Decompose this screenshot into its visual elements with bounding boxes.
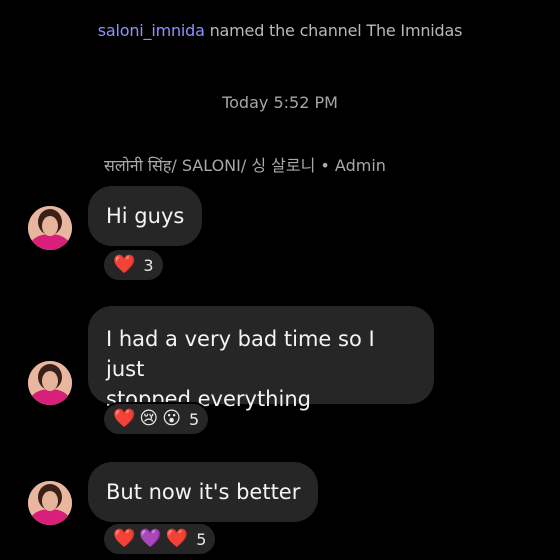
- message-bubble[interactable]: But now it's better: [88, 462, 319, 522]
- reaction-count: 5: [196, 529, 207, 549]
- channel-rename-notice: saloni_imnida named the channel The Imni…: [0, 21, 560, 40]
- reaction-bar[interactable]: ❤️ 😢 😮 5: [102, 402, 211, 436]
- sender-name[interactable]: सलोनी सिंह/ SALONI/ 싱 살로니 • Admin: [104, 152, 386, 176]
- avatar-image: [28, 361, 72, 405]
- reaction-bar[interactable]: ❤️ 3: [102, 248, 165, 282]
- message-bubble[interactable]: I had a very bad time so I just stopped …: [88, 306, 434, 411]
- avatar-image: [28, 206, 72, 250]
- heart-icon: ❤️: [113, 528, 136, 549]
- crying-face-icon: 😢: [139, 408, 159, 429]
- heart-icon: ❤️: [113, 408, 136, 429]
- reaction-bar[interactable]: ❤️ 💜 ❤️ 5: [102, 522, 218, 556]
- message-bubble[interactable]: Hi guys: [88, 186, 203, 246]
- surprised-face-icon: 😮: [162, 408, 181, 429]
- rename-notice-text: named the channel The Imnidas: [204, 21, 463, 40]
- avatar[interactable]: [28, 481, 72, 525]
- avatar-image: [28, 481, 72, 525]
- heart-icon: ❤️: [165, 528, 189, 549]
- message-text: But now it's better: [106, 480, 301, 504]
- reaction-count: 5: [188, 409, 200, 429]
- avatar[interactable]: [28, 361, 72, 405]
- reaction-count: 3: [143, 255, 154, 275]
- message-text-line: I had a very bad time so I just: [106, 327, 375, 381]
- purple-heart-icon: 💜: [139, 528, 162, 549]
- avatar[interactable]: [28, 206, 72, 250]
- message-text: Hi guys: [106, 204, 185, 228]
- timestamp: Today 5:52 PM: [222, 93, 338, 112]
- heart-icon: ❤️: [113, 254, 136, 275]
- username-link[interactable]: saloni_imnida: [98, 21, 205, 40]
